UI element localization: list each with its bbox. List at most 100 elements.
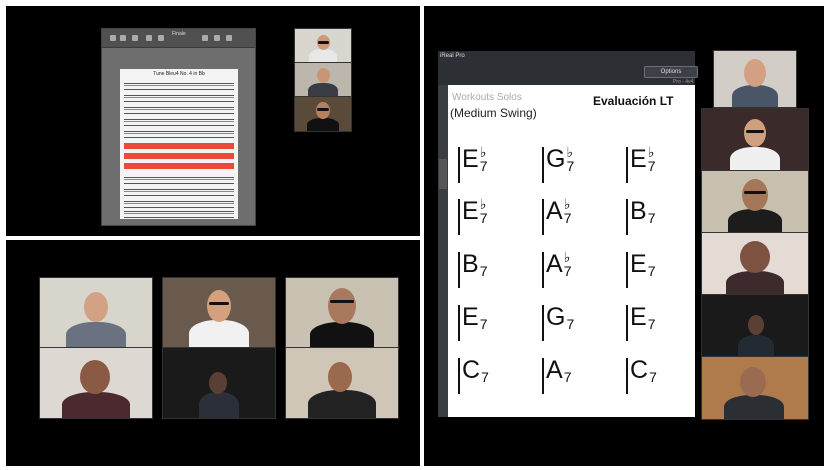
toolbar-tool-icon[interactable] [132, 35, 138, 41]
chord-symbol[interactable]: C7 [630, 356, 657, 385]
participant-head [80, 360, 110, 394]
staff-line [124, 83, 234, 90]
chord-accidental [648, 250, 656, 264]
gallery-tile[interactable] [285, 277, 399, 349]
staff-line [124, 131, 234, 138]
options-button[interactable]: Options [644, 66, 698, 78]
chord-accidental: ♭ [563, 249, 571, 265]
chord-symbol[interactable]: E7 [630, 303, 655, 332]
chord-root: A [546, 250, 563, 278]
chord-symbol[interactable]: E ♭ 7 [462, 145, 487, 174]
chord-quality: 7 [647, 263, 656, 279]
chord-symbol[interactable]: E ♭ 7 [462, 197, 487, 226]
participant-body [307, 118, 339, 131]
gallery-tile[interactable] [162, 347, 276, 419]
participant-thumbnail[interactable] [294, 62, 352, 98]
chord-symbol[interactable]: A ♭ 7 [546, 197, 571, 226]
participant-body [189, 320, 249, 348]
vertical-divider [420, 0, 424, 470]
chord-stack: 7 [480, 303, 488, 331]
chord-symbol[interactable]: E ♭ 7 [630, 145, 655, 174]
side-panel [438, 85, 448, 417]
chord-accidental: ♭ [566, 144, 574, 160]
highlighted-staff [124, 153, 234, 159]
staff-line [124, 95, 234, 102]
gallery-tile[interactable] [39, 347, 153, 419]
chart-title: Evaluación LT [593, 94, 674, 108]
participant-glasses [209, 302, 229, 305]
participant-head [207, 290, 231, 322]
chord-symbol[interactable]: G ♭ 7 [546, 145, 574, 174]
chord-symbol[interactable]: E7 [630, 250, 655, 279]
chord-stack: ♭ 7 [648, 145, 656, 173]
chord-quality: 7 [479, 210, 488, 226]
toolbar-tool-icon[interactable] [146, 35, 152, 41]
chord-symbol[interactable]: A ♭ 7 [546, 250, 571, 279]
toolbar-tool-icon[interactable] [202, 35, 208, 41]
participant-thumbnail[interactable] [701, 356, 809, 420]
toolbar-tool-icon[interactable] [120, 35, 126, 41]
participant-head [744, 59, 766, 87]
chord-symbol[interactable]: B7 [630, 197, 655, 226]
participant-head [328, 288, 356, 324]
participant-body [310, 322, 374, 348]
participant-thumbnail[interactable] [701, 232, 809, 296]
notation-app-window[interactable]: Finale Tune Bleu4 No. 4 in Bb [101, 28, 256, 226]
participant-head [740, 367, 766, 397]
app-name: iReal Pro [440, 53, 465, 59]
gallery-tile[interactable] [285, 347, 399, 419]
participant-glasses [746, 130, 764, 133]
chord-root: C [462, 356, 481, 384]
participant-thumbnail[interactable] [701, 170, 809, 234]
barline [626, 305, 628, 341]
ireal-pro-window[interactable]: iReal Pro Options Pro - 4v4 Workouts Sol… [438, 51, 698, 417]
participant-thumbnail[interactable] [701, 108, 809, 172]
participant-glasses [318, 41, 329, 44]
chord-accidental [648, 303, 656, 317]
participant-thumbnail[interactable] [294, 28, 352, 64]
chord-quality: 7 [647, 158, 656, 174]
chord-quality: 7 [649, 369, 657, 385]
toolbar-tool-icon[interactable] [226, 35, 232, 41]
chord-root: E [462, 303, 479, 331]
chord-accidental [566, 303, 574, 317]
chord-quality: 7 [563, 263, 572, 279]
notation-app-toolbar: Finale [102, 29, 255, 48]
toolbar-tool-icon[interactable] [110, 35, 116, 41]
barline [458, 252, 460, 288]
barline [542, 147, 544, 183]
participant-body [730, 147, 780, 171]
chord-chart-pane: iReal Pro Options Pro - 4v4 Workouts Sol… [424, 6, 824, 466]
barline [542, 358, 544, 394]
chord-accidental [481, 356, 489, 370]
chord-symbol[interactable]: B7 [462, 250, 487, 279]
participant-head [740, 241, 770, 273]
chord-stack: ♭ 7 [564, 250, 572, 278]
chord-symbol[interactable]: A7 [546, 356, 571, 385]
participant-head [317, 68, 330, 83]
music-score-page: Tune Bleu4 No. 4 in Bb [120, 69, 238, 219]
barline [626, 147, 628, 183]
participant-thumbnail[interactable] [701, 294, 809, 358]
chord-symbol[interactable]: G7 [546, 303, 574, 332]
participant-body [66, 322, 126, 348]
chord-quality: 7 [647, 210, 656, 226]
side-scroll-handle[interactable] [439, 159, 447, 189]
toolbar-tool-icon[interactable] [214, 35, 220, 41]
chord-quality: 7 [479, 316, 488, 332]
participant-thumbnail[interactable] [713, 50, 797, 108]
highlighted-staff [124, 143, 234, 149]
horizontal-divider [0, 236, 424, 240]
chord-symbol[interactable]: E7 [462, 303, 487, 332]
chord-stack: 7 [481, 356, 489, 384]
chord-root: C [630, 356, 649, 384]
chord-stack: 7 [648, 197, 656, 225]
chord-quality: 7 [479, 263, 488, 279]
gallery-tile[interactable] [162, 277, 276, 349]
toolbar-tool-icon[interactable] [158, 35, 164, 41]
gallery-tile[interactable] [39, 277, 153, 349]
chord-symbol[interactable]: C7 [462, 356, 489, 385]
chord-root: G [546, 145, 566, 173]
staff-line [124, 189, 234, 196]
participant-thumbnail[interactable] [294, 96, 352, 132]
